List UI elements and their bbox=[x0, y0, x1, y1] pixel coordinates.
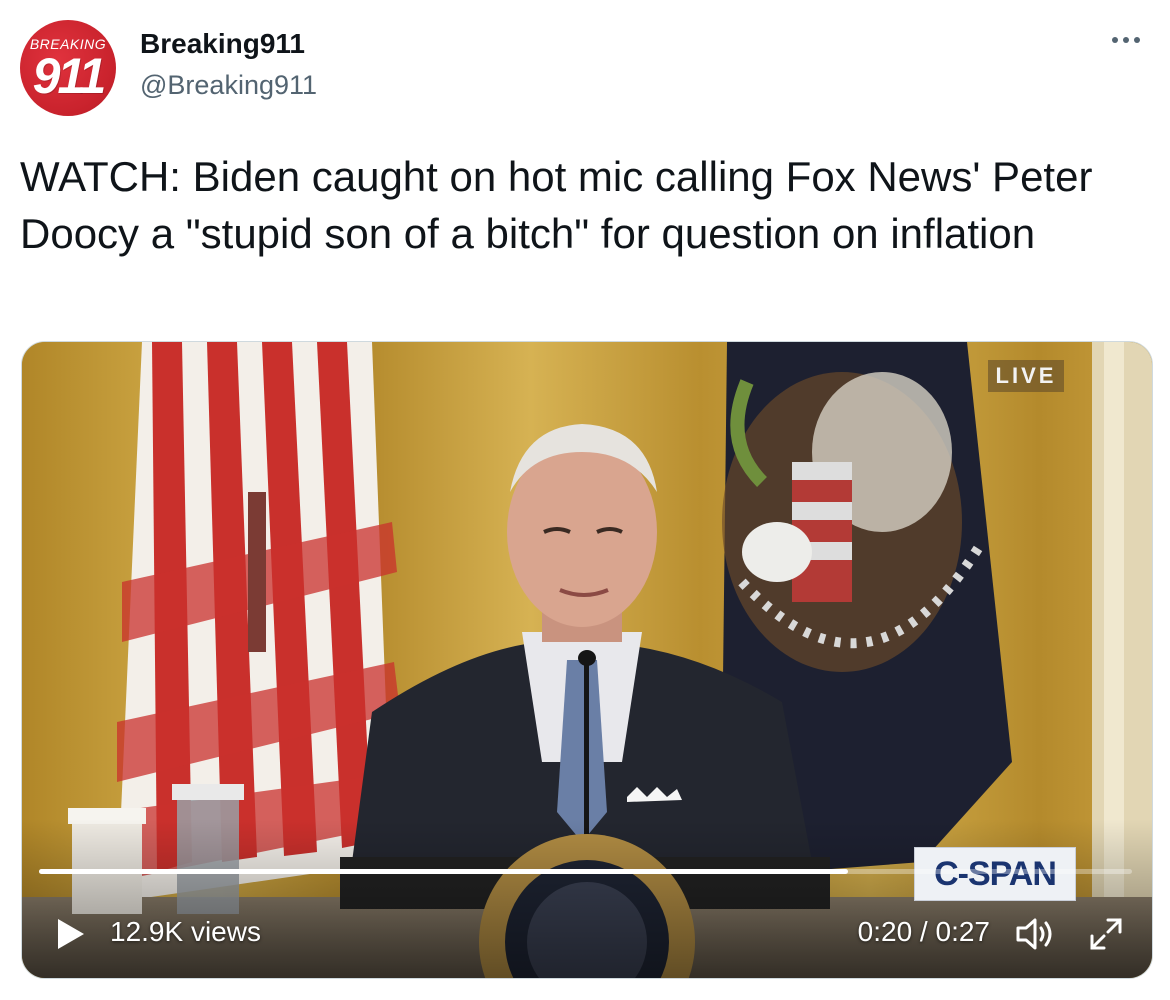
tweet-text: WATCH: Biden caught on hot mic calling F… bbox=[20, 153, 1093, 257]
video-player[interactable]: LIVE C-SPAN 12.9K views 0:20 / 0:27 bbox=[21, 341, 1153, 979]
fullscreen-icon[interactable] bbox=[1086, 914, 1126, 954]
video-time: 0:20 / 0:27 bbox=[857, 916, 990, 947]
video-controls: 12.9K views 0:20 / 0:27 bbox=[22, 898, 1152, 978]
view-count: 12.9K views bbox=[110, 916, 261, 947]
avatar[interactable]: BREAKING 911 bbox=[20, 20, 116, 116]
more-options-icon[interactable] bbox=[1108, 30, 1144, 50]
progress-bar[interactable] bbox=[39, 869, 1132, 874]
network-logo: C-SPAN bbox=[914, 847, 1076, 901]
avatar-number: 911 bbox=[32, 48, 107, 104]
display-name[interactable]: Breaking911 bbox=[140, 28, 305, 60]
live-badge: LIVE bbox=[988, 360, 1064, 392]
user-handle[interactable]: @Breaking911 bbox=[140, 70, 317, 101]
play-icon[interactable] bbox=[50, 914, 90, 954]
volume-icon[interactable] bbox=[1012, 912, 1056, 956]
progress-fill bbox=[39, 869, 848, 874]
